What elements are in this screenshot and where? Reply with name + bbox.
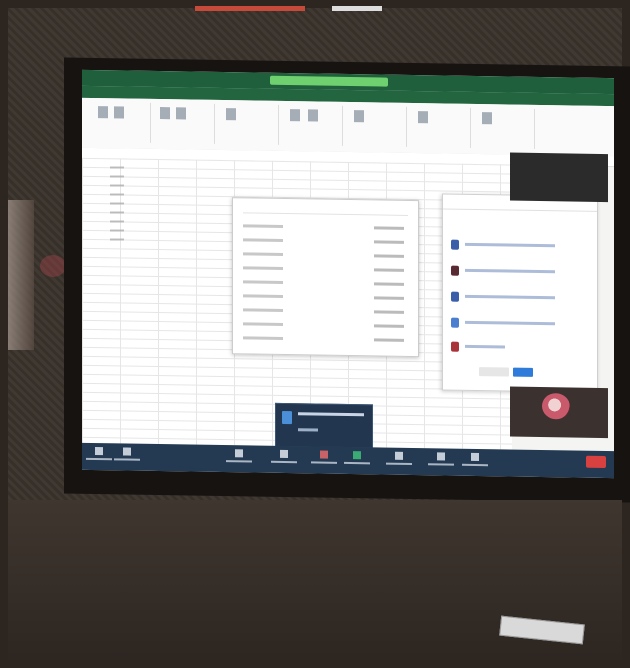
dialog-value	[374, 254, 404, 258]
dialog-label	[243, 266, 283, 270]
clipboard-icon[interactable]	[98, 106, 108, 119]
participant-video	[542, 393, 570, 420]
file-icon	[451, 317, 459, 328]
font-icon[interactable]	[160, 107, 170, 120]
dialog-value	[374, 240, 404, 244]
alignment-icon[interactable]	[226, 108, 236, 121]
list-item[interactable]	[451, 291, 589, 305]
dialog-value	[374, 226, 404, 230]
top-red-strip	[195, 6, 305, 11]
left-red-glow	[40, 255, 66, 277]
dialog-value	[374, 310, 404, 314]
file-icon	[451, 291, 459, 302]
list-item-text	[465, 242, 555, 248]
top-light-strip	[332, 6, 382, 11]
video-icon[interactable]	[114, 446, 140, 461]
monitor-photo	[0, 0, 630, 668]
list-item-text	[465, 344, 505, 349]
ribbon-group-cells	[410, 106, 471, 148]
participants-icon[interactable]	[271, 449, 297, 464]
dialog-value	[374, 268, 404, 272]
list-item[interactable]	[451, 265, 589, 279]
side-panel	[442, 193, 598, 393]
notification-title	[298, 412, 364, 417]
ribbon-group-font	[154, 102, 215, 144]
mute-icon[interactable]	[86, 446, 112, 461]
video-tile-1[interactable]	[510, 152, 608, 203]
dialog-label	[243, 252, 283, 256]
cut-icon[interactable]	[114, 106, 124, 119]
cancel-button[interactable]	[479, 367, 509, 377]
security-icon[interactable]	[226, 448, 252, 463]
chat-icon[interactable]	[311, 450, 337, 464]
grid-cell-entries	[110, 166, 124, 247]
dialog-value	[374, 296, 404, 300]
ribbon-group-number	[282, 104, 343, 146]
dialog-label	[243, 322, 283, 326]
title-pill[interactable]	[270, 75, 388, 87]
list-item-text	[465, 268, 555, 274]
notification-subtitle	[298, 428, 318, 432]
avatar	[451, 265, 459, 276]
reactions-icon[interactable]	[428, 451, 454, 466]
file-icon	[282, 410, 292, 425]
list-item[interactable]	[451, 341, 589, 355]
editing-icon[interactable]	[482, 112, 492, 125]
list-item[interactable]	[451, 239, 589, 253]
styles-icon[interactable]	[354, 110, 364, 123]
dialog-value	[374, 338, 404, 342]
file-icon	[451, 239, 459, 250]
ribbon-group-editing	[474, 107, 535, 149]
video-tile-2[interactable]	[510, 386, 608, 439]
dialog-value	[374, 324, 404, 328]
ribbon-group-styles	[346, 105, 407, 147]
monitor-screen	[82, 69, 614, 479]
ribbon-group-clipboard	[90, 101, 151, 143]
cells-icon[interactable]	[418, 111, 428, 124]
share-screen-icon[interactable]	[344, 450, 370, 465]
dialog-label	[243, 308, 283, 312]
dialog-label	[243, 336, 283, 340]
ok-button[interactable]	[513, 367, 533, 377]
file-icon	[451, 341, 459, 352]
number-icon[interactable]	[290, 109, 300, 122]
dialog-label	[243, 294, 283, 298]
notification-popup[interactable]	[275, 402, 373, 449]
dialog-label	[243, 238, 283, 242]
list-item-text	[465, 320, 555, 326]
left-wall-light	[8, 200, 34, 350]
dialog-label	[243, 224, 283, 228]
more-icon[interactable]	[462, 452, 488, 467]
end-button[interactable]	[586, 455, 606, 469]
record-icon[interactable]	[386, 451, 412, 466]
dialog-value	[374, 282, 404, 286]
list-item[interactable]	[451, 317, 589, 331]
dialog-label	[243, 280, 283, 284]
calculation-dialog	[232, 197, 419, 358]
dialog-divider	[243, 212, 408, 216]
video-tile-1-name	[510, 173, 608, 175]
list-item-text	[465, 294, 555, 300]
filter-icon[interactable]	[308, 109, 318, 122]
ribbon-group-alignment	[218, 103, 279, 145]
bold-icon[interactable]	[176, 107, 186, 120]
